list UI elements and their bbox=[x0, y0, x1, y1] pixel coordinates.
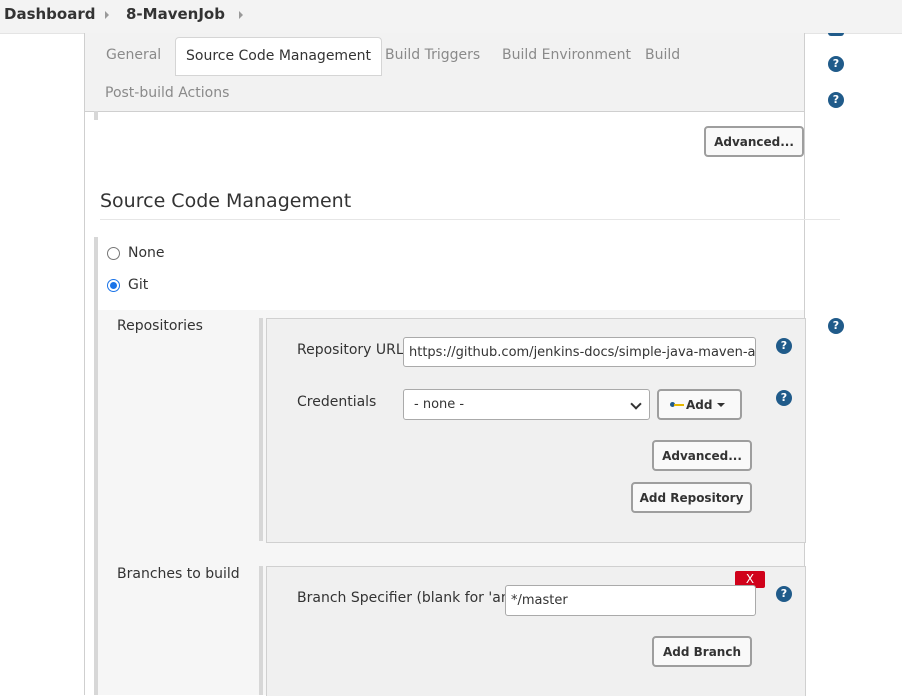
repository-url-label: Repository URL bbox=[297, 342, 404, 358]
help-icon[interactable]: ? bbox=[828, 318, 844, 334]
key-icon bbox=[670, 401, 684, 409]
caret-down-icon bbox=[717, 402, 726, 407]
branches-label: Branches to build bbox=[117, 566, 240, 582]
branch-specifier-label: Branch Specifier (blank for 'any') bbox=[297, 590, 528, 606]
add-branch-button[interactable]: Add Branch bbox=[652, 636, 752, 667]
repository-advanced-button[interactable]: Advanced... bbox=[652, 440, 752, 471]
branches-indent-bar bbox=[259, 566, 263, 695]
breadcrumb-job[interactable]: 8-MavenJob bbox=[126, 5, 225, 23]
help-icon[interactable]: ? bbox=[776, 586, 792, 602]
add-repository-button[interactable]: Add Repository bbox=[631, 482, 752, 513]
repositories-label: Repositories bbox=[117, 318, 203, 334]
credentials-selected-value: - none - bbox=[414, 397, 465, 412]
credentials-select[interactable]: - none - bbox=[403, 389, 650, 420]
help-icon[interactable]: ? bbox=[828, 56, 844, 72]
help-icon[interactable]: ? bbox=[776, 338, 792, 354]
credentials-label: Credentials bbox=[297, 394, 377, 410]
tab-post-build-actions[interactable]: Post-build Actions bbox=[105, 85, 229, 101]
branch-specifier-field[interactable]: */master bbox=[505, 585, 756, 616]
section-indent-bar bbox=[94, 111, 98, 120]
general-advanced-button[interactable]: Advanced... bbox=[704, 126, 804, 157]
help-icon[interactable]: ? bbox=[828, 92, 844, 108]
tab-source-code-management[interactable]: Source Code Management bbox=[175, 37, 383, 76]
scm-option-git[interactable]: Git bbox=[107, 277, 148, 293]
radio-git-label: Git bbox=[128, 277, 149, 293]
repositories-indent-bar bbox=[259, 318, 263, 541]
tab-general[interactable]: General bbox=[106, 47, 161, 63]
help-icon[interactable]: ? bbox=[776, 390, 792, 406]
section-title: Source Code Management bbox=[100, 190, 352, 212]
tab-build-environment[interactable]: Build Environment bbox=[502, 47, 631, 63]
section-divider bbox=[100, 219, 840, 220]
breadcrumb: Dashboard 8-MavenJob bbox=[0, 0, 902, 34]
radio-git[interactable] bbox=[107, 278, 120, 292]
tab-bar: General Source Code Management Build Tri… bbox=[84, 33, 804, 112]
chevron-down-icon bbox=[630, 398, 642, 410]
radio-none[interactable] bbox=[107, 246, 120, 260]
add-credentials-button[interactable]: Add bbox=[657, 389, 742, 420]
breadcrumb-dashboard[interactable]: Dashboard bbox=[4, 5, 95, 23]
breadcrumb-separator-icon[interactable] bbox=[239, 11, 243, 19]
tab-build[interactable]: Build bbox=[645, 47, 680, 63]
help-icon[interactable] bbox=[828, 33, 844, 36]
breadcrumb-separator-icon bbox=[105, 11, 109, 19]
scm-option-none[interactable]: None bbox=[107, 245, 165, 261]
tab-build-triggers[interactable]: Build Triggers bbox=[385, 47, 480, 63]
add-credentials-label: Add bbox=[686, 397, 713, 412]
repository-url-field[interactable]: https://github.com/jenkins-docs/simple-j… bbox=[403, 337, 756, 367]
radio-none-label: None bbox=[128, 245, 165, 261]
